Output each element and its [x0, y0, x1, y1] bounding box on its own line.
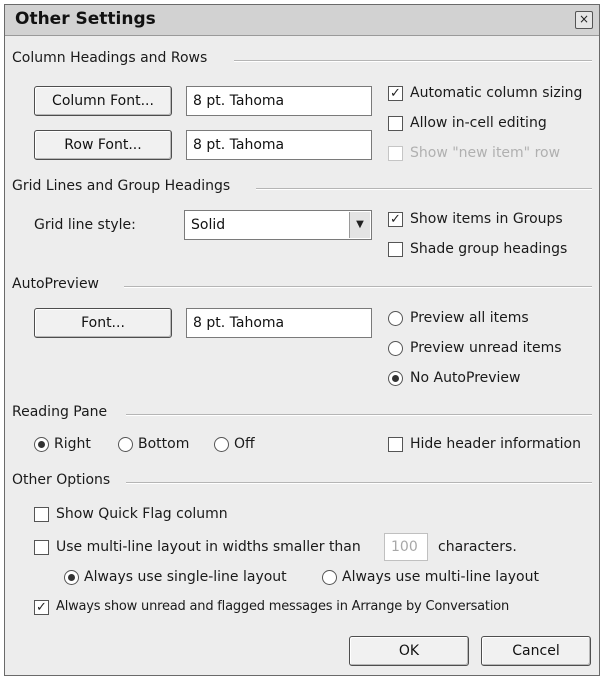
column-font-button[interactable]: Column Font...: [34, 86, 172, 116]
show-in-groups-checkbox[interactable]: ✓: [388, 212, 403, 227]
section-divider: [124, 286, 592, 288]
check-icon: ✓: [390, 86, 401, 101]
section-divider: [234, 60, 592, 62]
section-autopreview: AutoPreview: [12, 276, 100, 292]
unread-flagged-label[interactable]: Always show unread and flagged messages …: [56, 598, 509, 616]
preview-unread-label[interactable]: Preview unread items: [410, 339, 562, 357]
close-button[interactable]: ×: [575, 11, 593, 29]
auto-column-sizing-checkbox[interactable]: ✓: [388, 86, 403, 101]
show-in-groups-label[interactable]: Show items in Groups: [410, 210, 563, 228]
in-cell-editing-checkbox[interactable]: [388, 116, 403, 131]
shade-group-headings-label[interactable]: Shade group headings: [410, 240, 567, 258]
no-autopreview-radio[interactable]: [388, 371, 403, 386]
section-reading-pane: Reading Pane: [12, 404, 108, 420]
new-item-row-checkbox: [388, 146, 403, 161]
multiline-width-field: 100: [384, 533, 428, 561]
grid-line-style-select[interactable]: Solid ▼: [184, 210, 372, 240]
section-divider: [126, 482, 592, 484]
single-line-label[interactable]: Always use single-line layout: [84, 568, 287, 586]
close-icon: ×: [578, 12, 590, 26]
multiline-checkbox[interactable]: [34, 540, 49, 555]
reading-bottom-radio[interactable]: [118, 437, 133, 452]
autopreview-font-field[interactable]: 8 pt. Tahoma: [186, 308, 372, 338]
hide-header-checkbox[interactable]: [388, 437, 403, 452]
section-divider: [256, 188, 592, 190]
in-cell-editing-label[interactable]: Allow in-cell editing: [410, 114, 547, 132]
multi-line-label[interactable]: Always use multi-line layout: [342, 568, 539, 586]
section-grid-lines: Grid Lines and Group Headings: [12, 178, 231, 194]
auto-column-sizing-label[interactable]: Automatic column sizing: [410, 84, 582, 102]
multiline-suffix-label: characters.: [438, 539, 517, 555]
reading-right-label[interactable]: Right: [54, 435, 91, 453]
multiline-label[interactable]: Use multi-line layout in widths smaller …: [56, 538, 361, 556]
unread-flagged-checkbox[interactable]: ✓: [34, 600, 49, 615]
column-font-field[interactable]: 8 pt. Tahoma: [186, 86, 372, 116]
radio-selected-icon: [392, 375, 399, 382]
row-font-field[interactable]: 8 pt. Tahoma: [186, 130, 372, 160]
no-autopreview-label[interactable]: No AutoPreview: [410, 369, 521, 387]
single-line-radio[interactable]: [64, 570, 79, 585]
new-item-row-label: Show "new item" row: [410, 145, 561, 161]
autopreview-font-button[interactable]: Font...: [34, 308, 172, 338]
preview-all-radio[interactable]: [388, 311, 403, 326]
check-icon: ✓: [36, 600, 47, 615]
multi-line-radio[interactable]: [322, 570, 337, 585]
radio-selected-icon: [68, 574, 75, 581]
dialog-title: Other Settings: [15, 9, 156, 29]
section-divider: [126, 414, 592, 416]
cancel-button[interactable]: Cancel: [481, 636, 591, 666]
grid-line-style-label: Grid line style:: [34, 217, 136, 233]
reading-right-radio[interactable]: [34, 437, 49, 452]
quick-flag-label[interactable]: Show Quick Flag column: [56, 505, 228, 523]
quick-flag-checkbox[interactable]: [34, 507, 49, 522]
ok-button[interactable]: OK: [349, 636, 469, 666]
preview-unread-radio[interactable]: [388, 341, 403, 356]
reading-bottom-label[interactable]: Bottom: [138, 435, 189, 453]
chevron-down-icon[interactable]: ▼: [349, 212, 370, 238]
preview-all-label[interactable]: Preview all items: [410, 309, 529, 327]
row-font-button[interactable]: Row Font...: [34, 130, 172, 160]
section-other-options: Other Options: [12, 472, 111, 488]
radio-selected-icon: [38, 441, 45, 448]
shade-group-headings-checkbox[interactable]: [388, 242, 403, 257]
title-bar: Other Settings ×: [5, 5, 599, 36]
grid-line-style-value: Solid: [191, 217, 226, 233]
reading-off-label[interactable]: Off: [234, 435, 255, 453]
section-column-headings: Column Headings and Rows: [12, 50, 208, 66]
check-icon: ✓: [390, 212, 401, 227]
reading-off-radio[interactable]: [214, 437, 229, 452]
hide-header-label[interactable]: Hide header information: [410, 435, 581, 453]
